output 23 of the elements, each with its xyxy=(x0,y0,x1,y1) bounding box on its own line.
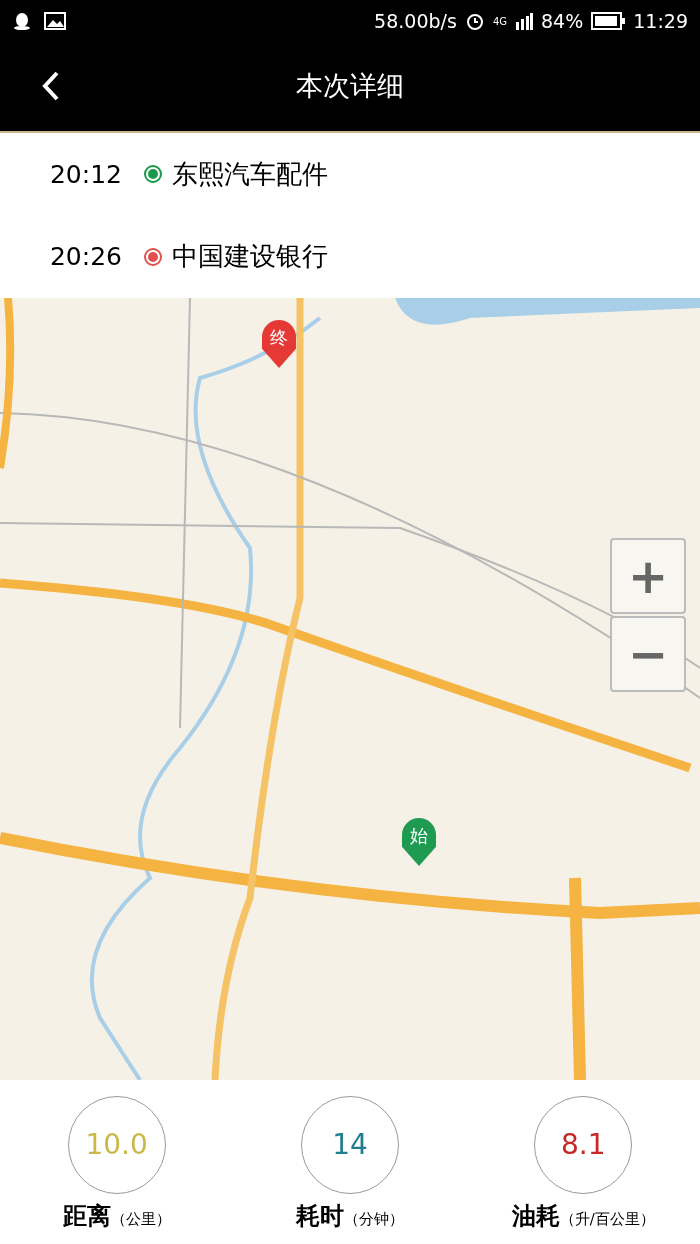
page-title: 本次详细 xyxy=(296,69,404,104)
stat-label: 距离 xyxy=(62,1200,111,1232)
stop-name: 中国建设银行 xyxy=(172,240,328,274)
battery-icon xyxy=(591,12,626,30)
signal-icon xyxy=(515,12,533,30)
stat-label: 油耗 xyxy=(511,1200,560,1232)
alarm-icon xyxy=(464,11,485,31)
zoom-out-button[interactable]: − xyxy=(610,616,686,692)
stat-label: 耗时 xyxy=(296,1200,344,1232)
map-pin: 终 xyxy=(262,320,296,368)
image-icon xyxy=(44,11,66,31)
stop-name: 东熙汽车配件 xyxy=(172,157,328,191)
zoom-in-button[interactable]: + xyxy=(610,538,686,614)
clock-time: 11:29 xyxy=(633,8,688,34)
stop-time: 20:26 xyxy=(48,241,122,273)
battery-percent: 84% xyxy=(541,8,584,34)
stat-unit: （公里） xyxy=(110,1210,171,1230)
stat-unit: （分钟） xyxy=(344,1209,404,1230)
stat-unit: （升/百公里） xyxy=(559,1210,655,1230)
network-speed: 58.00b/s xyxy=(374,8,457,34)
network-type: 4G xyxy=(492,14,507,29)
stop-time: 20:12 xyxy=(48,158,122,191)
map-pin: 始 xyxy=(402,818,436,866)
